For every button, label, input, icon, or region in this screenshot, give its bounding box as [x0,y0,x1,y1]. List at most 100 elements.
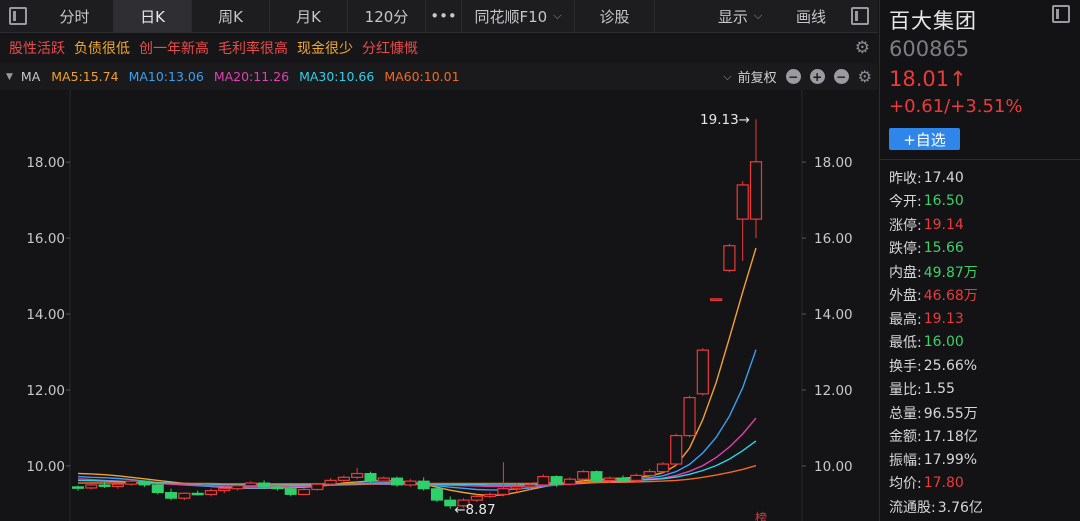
draw-line-button[interactable]: 画线 [780,0,842,32]
period-toolbar: 分时 日K 周K 月K 120分 ••• 同花顺F10 ⌵ 诊股 显示 ⌵ 画线 [0,0,878,33]
tag-item[interactable]: 分红慷慨 [362,38,418,58]
divider [880,159,1080,160]
candle-body [590,471,603,481]
candle-body [670,434,683,465]
y-tick-label-left: 18.00 [26,155,65,171]
ma-indicator-bar: ▼ MA MA5:15.74 MA10:13.06 MA20:11.26 MA3… [0,63,878,90]
candle [417,477,430,491]
stat-value: 16.50 [923,193,964,210]
candle [563,477,576,486]
chevron-down-icon[interactable]: ⌵ [723,70,731,84]
feature-tag-bar: 股性活跃 负债很低 创一年新高 毛利率很高 现金很少 分红慷慨 ⚙ [0,33,878,63]
stock-name: 百大集团 [889,9,977,33]
candle [497,462,510,497]
list-badge-icon[interactable]: 榜 [755,510,767,521]
zoom-out-icon[interactable]: − [785,69,801,84]
candle [151,483,164,495]
display-dropdown[interactable]: 显示 ⌵ [700,0,780,32]
stat-row: 换手: 25.66% [889,354,983,378]
candle [297,487,311,496]
tag-item[interactable]: 毛利率很高 [218,38,288,58]
candle-body [523,484,537,488]
candle-body [111,483,124,488]
candle [656,462,670,474]
tab-weekly-k[interactable]: 周K [192,0,270,32]
candle [191,490,204,496]
y-tick-label-right: 12.00 [814,383,853,399]
candle-body [696,349,709,395]
collapse-arrow-icon[interactable]: ▼ [6,72,13,82]
y-tick-label-right: 16.00 [814,231,853,247]
tag-item[interactable]: 创一年新高 [139,38,209,58]
tab-monthly-k[interactable]: 月K [270,0,348,32]
candle [165,488,178,501]
stat-label: 金额: [889,429,922,446]
candle-body [510,486,523,490]
kline-chart[interactable]: 18.00 18.00 16.00 16.00 14.00 14.00 12.00 12.00… [0,90,878,521]
tab-120min[interactable]: 120分 [348,0,426,32]
add-watchlist-button[interactable]: +自选 [889,128,960,150]
f10-dropdown[interactable]: 同花顺F10 ⌵ [462,0,575,32]
tab-daily-k[interactable]: 日K [114,0,192,32]
candle-body [165,492,178,499]
panel-toggle-icon[interactable] [0,0,36,32]
quote-panel: 百大集团 600865 18.01↑ +0.61/+3.51% +自选 昨收: 1… [879,0,1080,521]
stat-label: 最低: [889,335,922,352]
gear-icon[interactable]: ⚙ [855,38,870,58]
candle [178,492,191,501]
stat-value: 1.55 [923,381,955,398]
candle-body [244,482,257,487]
zoom-in-icon[interactable]: + [809,69,825,84]
tag-item[interactable]: 负债很低 [74,38,130,58]
stat-label: 内盘: [889,264,922,281]
candle-body [563,478,576,485]
ma-line-1 [77,349,757,491]
candle [85,483,98,490]
ma20-value: MA20:11.26 [213,69,290,84]
tab-intraday[interactable]: 分时 [36,0,114,32]
stat-row: 昨收: 17.40 [889,166,983,190]
stat-row: 振幅: 17.99% [889,448,983,472]
stat-label: 涨停: [889,217,922,234]
tag-item[interactable]: 股性活跃 [9,38,65,58]
candle [696,348,709,396]
more-periods-button[interactable]: ••• [426,0,462,32]
candle-body [603,477,616,481]
stat-row: 量比: 1.55 [889,378,983,402]
ma10-value: MA10:13.06 [128,69,204,84]
candle [111,483,124,489]
stat-label: 外盘: [889,288,922,305]
diagnose-stock-button[interactable]: 诊股 [575,0,655,32]
gear-icon[interactable]: ⚙ [858,67,872,86]
candle-body [723,245,736,271]
candle [736,181,749,261]
display-label: 显示 [717,7,748,26]
adjust-mode-label[interactable]: 前复权 [738,67,777,86]
candle-body [430,488,443,501]
tag-item[interactable]: 现金很少 [297,38,353,58]
candle [204,488,218,497]
low-price-annotation: ←8.87 [454,502,495,518]
y-tick-label-left: 12.00 [26,383,65,399]
candle-body [736,184,749,220]
stat-row: 跌停: 15.66 [889,237,983,261]
stat-row: 外盘: 46.68万 [889,284,983,308]
panel-toggle-right-icon[interactable] [842,0,878,32]
candle [710,298,723,301]
candle-body [231,485,244,490]
candle [484,492,497,499]
y-tick-label-right: 14.00 [814,307,853,323]
candle-body [710,298,723,301]
panel-collapse-icon[interactable] [1052,5,1070,23]
candle-body [284,488,297,495]
y-tick-label-right: 18.00 [814,155,853,171]
stat-label: 流通股: [889,499,936,516]
minus-icon[interactable]: − [833,69,849,84]
indicator-name[interactable]: MA [21,69,40,84]
candle-body [417,480,430,490]
candle-body [311,483,324,491]
ma5-value: MA5:15.74 [51,69,119,84]
stat-row: 涨停: 19.14 [889,213,983,237]
stat-label: 今开: [889,194,922,211]
candle-body [297,488,311,496]
